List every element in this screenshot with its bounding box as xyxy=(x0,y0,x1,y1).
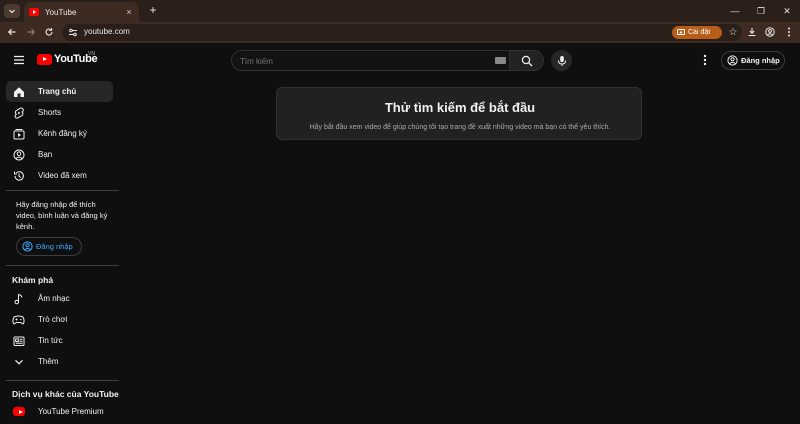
voice-search-button[interactable] xyxy=(551,50,572,71)
install-label: Cài đặt xyxy=(688,29,711,36)
more-vert-icon xyxy=(788,27,790,37)
youtube-premium-icon xyxy=(12,405,25,418)
install-app-button[interactable]: Cài đặt xyxy=(672,26,722,39)
address-bar[interactable]: youtube.com Cài đặt ☆ xyxy=(62,24,742,41)
menu-icon xyxy=(14,55,24,65)
sidebar-item-music[interactable]: Âm nhạc xyxy=(6,288,113,309)
prompt-title: Thử tìm kiếm để bắt đầu xyxy=(384,100,536,115)
new-tab-button[interactable]: + xyxy=(146,3,160,17)
reload-icon xyxy=(45,28,53,36)
sidebar-item-news[interactable]: Tin tức xyxy=(6,330,113,351)
more-vert-icon xyxy=(703,54,707,66)
signin-prompt: Hãy đăng nhập để thích video, bình luận … xyxy=(16,200,108,231)
arrow-left-icon xyxy=(7,28,16,36)
sidebar-item-label: Kênh đăng ký xyxy=(38,129,87,138)
explore-heading: Khám phá xyxy=(12,275,54,285)
youtube-logo-icon xyxy=(37,53,52,65)
prompt-subtitle: Hãy bắt đầu xem video để giúp chúng tôi … xyxy=(309,124,611,131)
music-icon xyxy=(12,292,25,305)
sidebar-item-label: Trang chủ xyxy=(38,87,77,96)
browser-tab-youtube[interactable]: YouTube × xyxy=(24,2,139,22)
microphone-icon xyxy=(557,55,566,66)
bookmark-star-icon[interactable]: ☆ xyxy=(726,26,740,39)
reload-button[interactable] xyxy=(42,25,56,39)
sidebar-item-label: Trò chơi xyxy=(38,315,68,324)
sidebar-item-shorts[interactable]: Shorts xyxy=(6,102,113,123)
window-controls: — ❐ ✕ xyxy=(722,0,800,22)
sidebar-divider xyxy=(6,265,119,266)
close-window-icon[interactable]: ✕ xyxy=(774,0,800,22)
sidebar-item-label: Video đã xem xyxy=(38,171,87,180)
guide-menu-button[interactable] xyxy=(12,53,26,67)
site-info-button[interactable] xyxy=(67,27,79,38)
sidebar-item-label: YouTube Premium xyxy=(38,407,104,416)
tune-icon xyxy=(69,28,77,37)
sidebar-divider xyxy=(6,380,119,381)
home-icon xyxy=(12,85,25,98)
search-input[interactable] xyxy=(240,54,480,68)
profile-icon xyxy=(765,27,775,37)
browser-toolbar: youtube.com Cài đặt ☆ xyxy=(0,22,800,43)
keyboard-icon[interactable] xyxy=(495,57,506,64)
sidebar-item-label: Âm nhạc xyxy=(38,294,70,303)
chevron-down-icon xyxy=(9,9,15,14)
sidebar-signin-button[interactable]: Đăng nhập xyxy=(16,237,82,256)
country-code: VN xyxy=(88,51,95,57)
empty-feed-prompt: Thử tìm kiếm để bắt đầu Hãy bắt đầu xem … xyxy=(276,87,642,140)
sidebar-divider xyxy=(6,190,119,191)
more-from-youtube-heading: Dịch vụ khác của YouTube xyxy=(12,389,119,399)
youtube-logo[interactable]: YouTube VN xyxy=(37,51,98,65)
forward-button[interactable] xyxy=(24,25,38,39)
install-icon xyxy=(677,29,685,35)
tab-title: YouTube xyxy=(45,7,77,17)
tab-close-icon[interactable]: × xyxy=(124,7,134,17)
sidebar-item-label: Bạn xyxy=(38,150,53,159)
search-button[interactable] xyxy=(510,50,544,71)
youtube-masthead: YouTube VN Đăng nhập xyxy=(0,43,800,79)
sidebar-item-label: Tin tức xyxy=(38,336,63,345)
restore-icon[interactable]: ❐ xyxy=(748,0,774,22)
gaming-icon xyxy=(12,313,25,326)
signin-button[interactable]: Đăng nhập xyxy=(721,51,785,70)
browser-tabstrip: YouTube × + — ❐ ✕ xyxy=(0,0,800,22)
sidebar-item-label: Shorts xyxy=(38,108,62,117)
chevron-down-icon xyxy=(12,355,25,368)
downloads-button[interactable] xyxy=(745,25,759,39)
account-icon xyxy=(22,241,33,252)
sidebar-item-more[interactable]: Thêm xyxy=(6,351,113,372)
subscriptions-icon xyxy=(12,127,25,140)
shorts-icon xyxy=(12,106,25,119)
signin-label: Đăng nhập xyxy=(741,56,780,65)
tab-search-button[interactable] xyxy=(4,4,20,18)
sidebar-item-you[interactable]: Bạn xyxy=(6,144,113,165)
search-box[interactable] xyxy=(231,50,510,71)
browser-menu-button[interactable] xyxy=(782,25,796,39)
url-text: youtube.com xyxy=(84,27,130,36)
minimize-icon[interactable]: — xyxy=(722,0,748,22)
youtube-favicon-icon xyxy=(29,8,39,16)
sidebar-item-history[interactable]: Video đã xem xyxy=(6,165,113,186)
profile-button[interactable] xyxy=(763,25,777,39)
sidebar-signin-label: Đăng nhập xyxy=(36,242,73,251)
you-icon xyxy=(12,148,25,161)
sidebar-item-label: Thêm xyxy=(38,357,59,366)
news-icon xyxy=(12,334,25,347)
sidebar-item-home[interactable]: Trang chủ xyxy=(6,81,113,102)
settings-menu-button[interactable] xyxy=(698,53,712,67)
sidebar-item-gaming[interactable]: Trò chơi xyxy=(6,309,113,330)
arrow-right-icon xyxy=(27,28,36,36)
history-icon xyxy=(12,169,25,182)
guide-sidebar: Trang chủ Shorts Kênh đăng ký Bạn Video … xyxy=(0,79,120,424)
sidebar-item-subscriptions[interactable]: Kênh đăng ký xyxy=(6,123,113,144)
account-icon xyxy=(727,55,738,66)
download-icon xyxy=(748,28,756,37)
sidebar-item-youtube-premium[interactable]: YouTube Premium xyxy=(6,401,113,422)
search-icon xyxy=(521,55,532,66)
back-button[interactable] xyxy=(5,25,19,39)
